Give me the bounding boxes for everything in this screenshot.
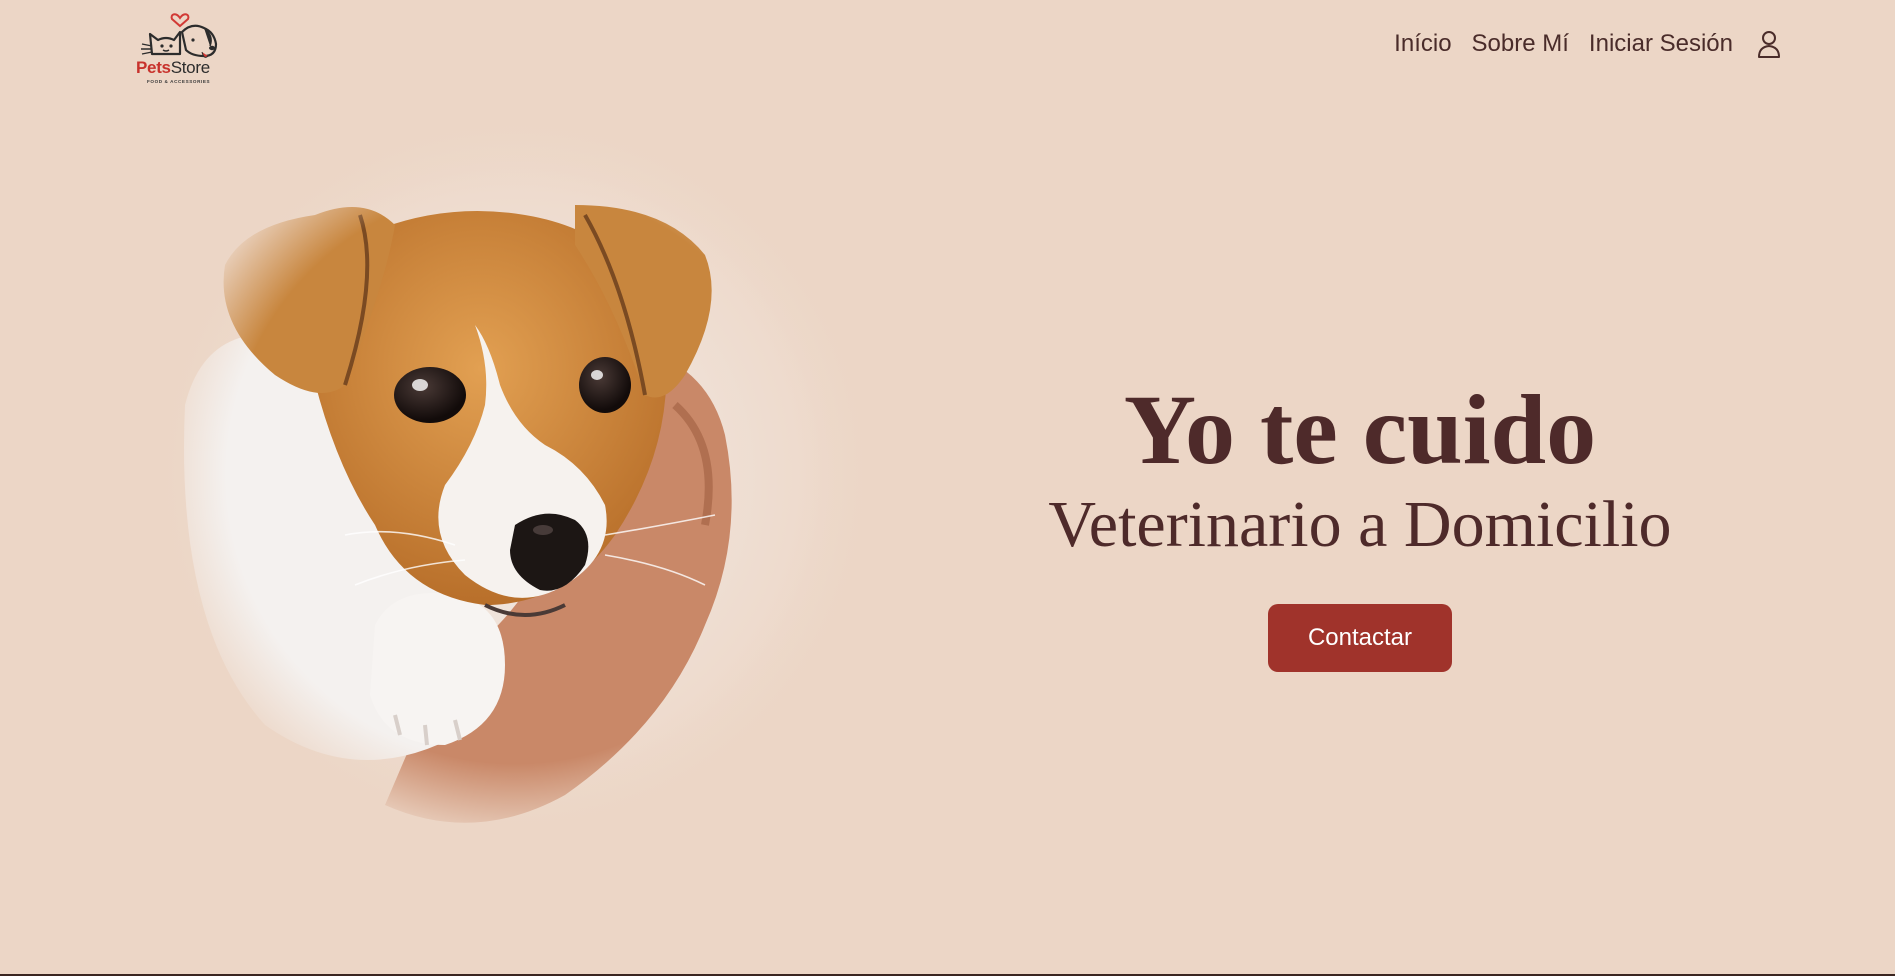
nav-link-iniciar-sesion[interactable]: Iniciar Sesión: [1589, 30, 1733, 58]
brand-name: PetsStore: [136, 58, 210, 78]
nav-link-inicio[interactable]: Início: [1394, 30, 1451, 58]
hero-subtitle: Veterinario a Domicilio: [1048, 488, 1672, 561]
main-nav: Início Sobre Mí Iniciar Sesión: [1374, 28, 1783, 60]
user-icon[interactable]: [1755, 29, 1783, 59]
brand-name-part2: Store: [170, 58, 210, 77]
nav-link-sobre-mi[interactable]: Sobre Mí: [1472, 30, 1569, 58]
contact-button[interactable]: Contactar: [1268, 604, 1452, 672]
brand-logo[interactable]: PetsStore FOOD & ACCESSORIES: [130, 8, 226, 88]
hero-section: Yo te cuido Veterinario a Domicilio Cont…: [1010, 380, 1710, 672]
pets-logo-icon: [141, 13, 218, 58]
puppy-photo: [145, 105, 885, 845]
brand-name-part1: Pets: [136, 58, 171, 77]
hero-title: Yo te cuido: [1123, 374, 1597, 485]
landing-page: PetsStore FOOD & ACCESSORIES Início Sobr…: [0, 0, 1895, 976]
brand-tagline: FOOD & ACCESSORIES: [147, 79, 211, 84]
